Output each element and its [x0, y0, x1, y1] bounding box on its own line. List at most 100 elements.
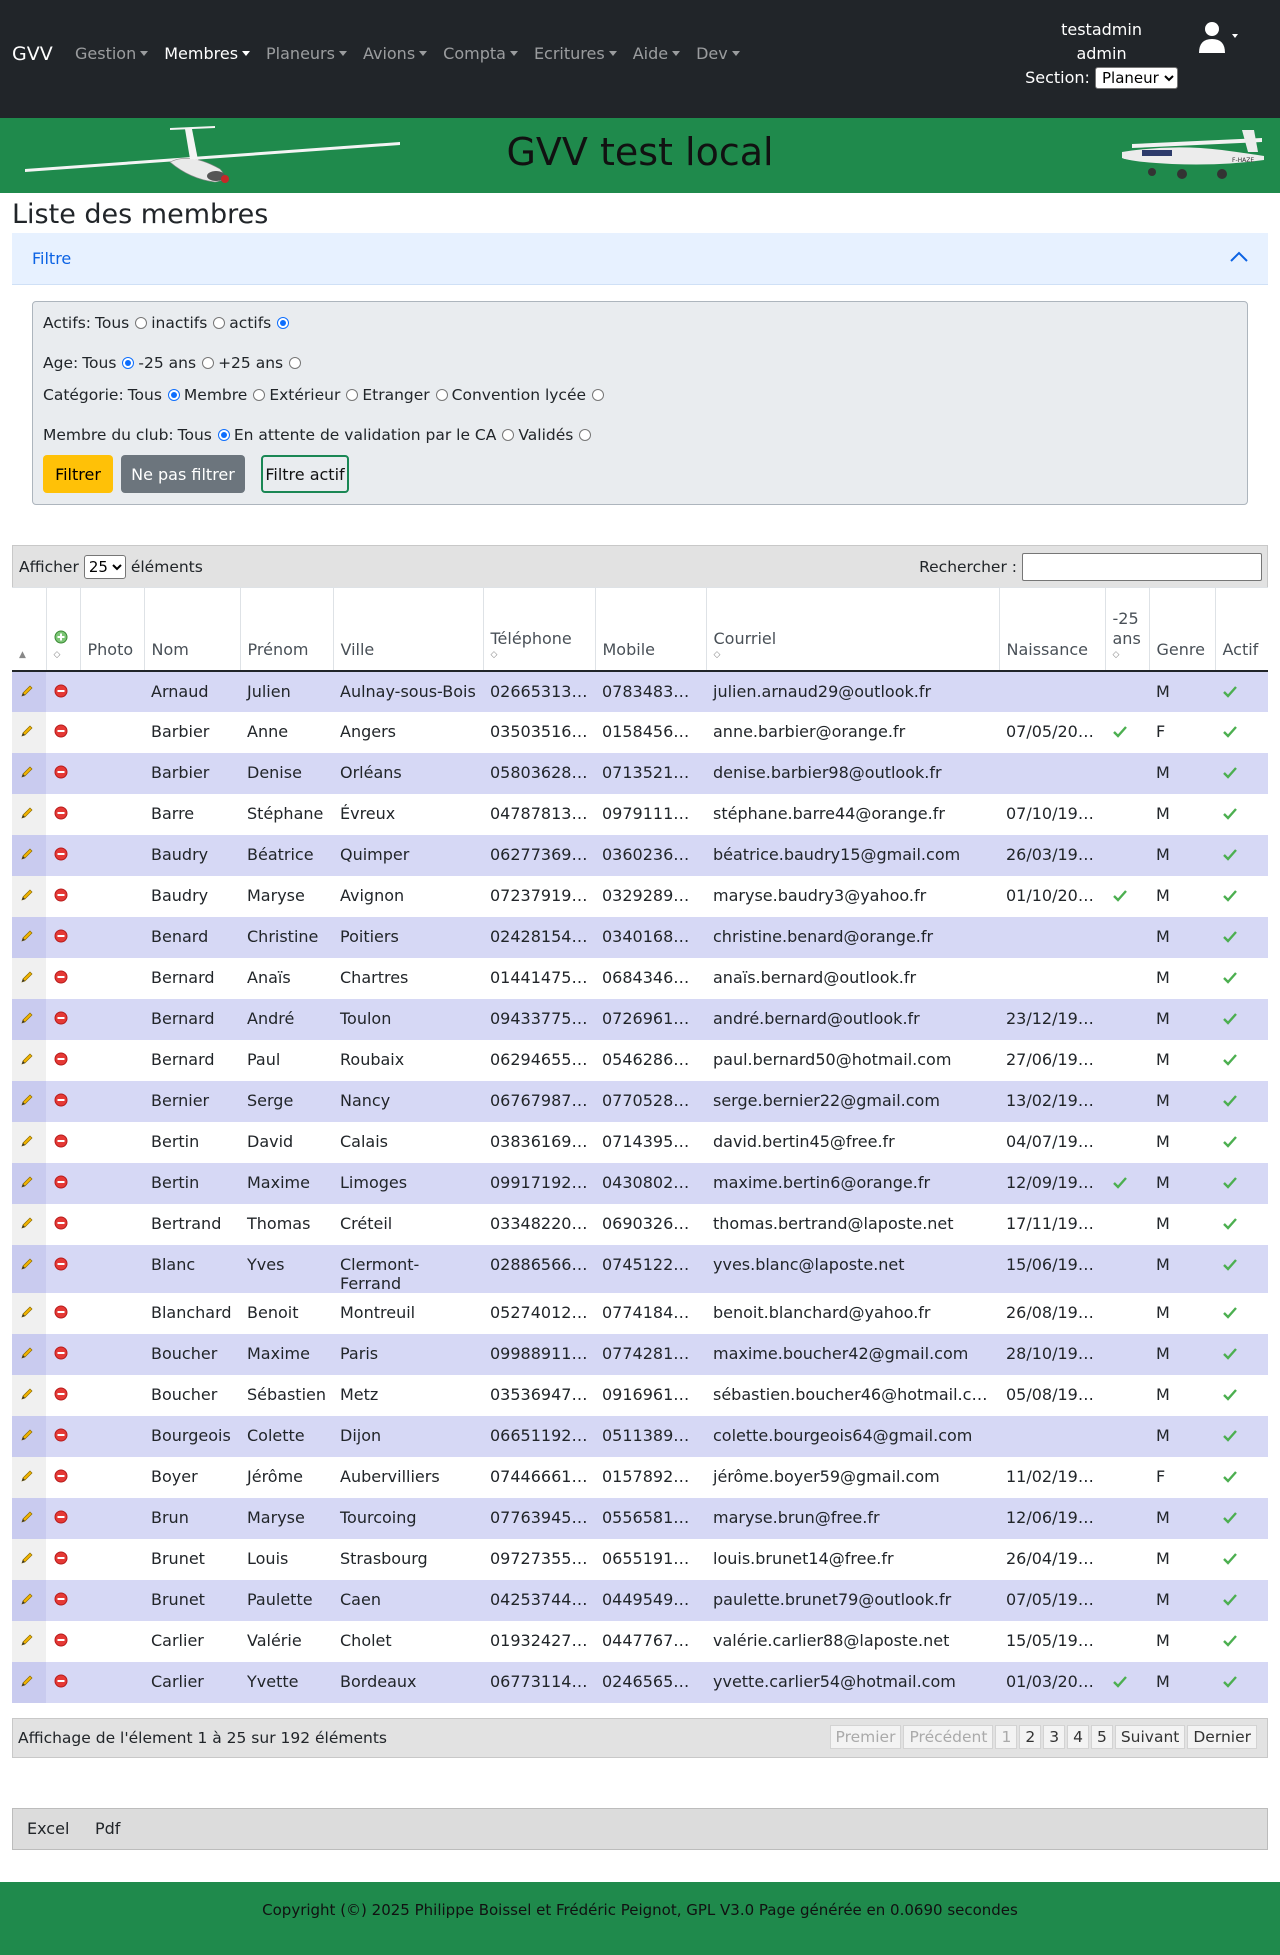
edit-pencil-icon[interactable]: [19, 1427, 35, 1443]
table-row[interactable]: Baudry Maryse Avignon 0723791937 0329289828 m…: [12, 875, 1268, 917]
email-cell[interactable]: valérie.carlier88@laposte.net: [706, 1620, 999, 1662]
table-row[interactable]: Barbier Denise Orléans 0580362848 0713521911…: [12, 752, 1268, 794]
email-cell[interactable]: david.bertin45@free.fr: [706, 1121, 999, 1163]
club-radio[interactable]: [579, 429, 592, 441]
column-header[interactable]: -25 ans ◇: [1105, 587, 1150, 672]
delete-icon[interactable]: [53, 1174, 69, 1190]
sort-icon[interactable]: ◇: [1113, 650, 1142, 660]
edit-pencil-icon[interactable]: [19, 1174, 35, 1190]
filter-button[interactable]: Filtrer: [43, 455, 113, 493]
email-cell[interactable]: maryse.baudry3@yahoo.fr: [706, 875, 999, 917]
no-filter-button[interactable]: Ne pas filtrer: [121, 455, 245, 493]
edit-pencil-icon[interactable]: [19, 764, 35, 780]
table-row[interactable]: Bourgeois Colette Dijon 0665119248 051138965…: [12, 1415, 1268, 1457]
delete-icon[interactable]: [53, 846, 69, 862]
delete-icon[interactable]: [53, 1256, 69, 1272]
edit-pencil-icon[interactable]: [19, 723, 35, 739]
edit-pencil-icon[interactable]: [19, 1215, 35, 1231]
menu-gestion[interactable]: Gestion: [75, 44, 149, 63]
column-header[interactable]: Photo: [80, 587, 145, 672]
menu-aide[interactable]: Aide: [633, 44, 681, 63]
delete-icon[interactable]: [53, 1133, 69, 1149]
email-cell[interactable]: sébastien.boucher46@hotmail.com: [706, 1374, 999, 1416]
delete-icon[interactable]: [53, 1386, 69, 1402]
delete-icon[interactable]: [53, 1092, 69, 1108]
delete-icon[interactable]: [53, 683, 69, 699]
delete-icon[interactable]: [53, 969, 69, 985]
column-header[interactable]: Téléphone ◇: [483, 587, 596, 672]
edit-pencil-icon[interactable]: [19, 1133, 35, 1149]
email-cell[interactable]: louis.brunet14@free.fr: [706, 1538, 999, 1580]
actifs-radio[interactable]: [135, 317, 148, 329]
delete-icon[interactable]: [53, 1304, 69, 1320]
table-row[interactable]: Barbier Anne Angers 0350351637 0158456743 ann…: [12, 711, 1268, 753]
column-header[interactable]: Actif: [1215, 587, 1268, 672]
edit-pencil-icon[interactable]: [19, 1386, 35, 1402]
column-header[interactable]: Ville: [333, 587, 484, 672]
delete-icon[interactable]: [53, 1468, 69, 1484]
column-header[interactable]: Nom: [144, 587, 241, 672]
edit-pencil-icon[interactable]: [19, 1591, 35, 1607]
user-menu-icon[interactable]: [1196, 20, 1240, 56]
add-member-icon[interactable]: [54, 630, 68, 644]
sort-icon[interactable]: ◇: [714, 650, 992, 660]
sort-asc-icon[interactable]: ▲: [19, 650, 39, 660]
table-row[interactable]: Boucher Sébastien Metz 0353694794 0916961889…: [12, 1374, 1268, 1416]
delete-icon[interactable]: [53, 928, 69, 944]
brand-link[interactable]: GVV: [12, 43, 53, 65]
table-row[interactable]: Bernard Paul Roubaix 0629465553 0546286368 pa…: [12, 1039, 1268, 1081]
edit-pencil-icon[interactable]: [19, 1345, 35, 1361]
table-row[interactable]: Bertin David Calais 0383616949 0714395193 dav…: [12, 1121, 1268, 1163]
delete-icon[interactable]: [53, 1051, 69, 1067]
categorie-radio[interactable]: [592, 389, 605, 401]
column-header[interactable]: Mobile: [595, 587, 707, 672]
table-row[interactable]: Barre Stéphane Évreux 0478781311 0979111576 s…: [12, 793, 1268, 835]
chevron-up-icon[interactable]: [1230, 251, 1248, 263]
table-row[interactable]: Bernard André Toulon 0943377553 0726961433 an…: [12, 998, 1268, 1040]
edit-pencil-icon[interactable]: [19, 1092, 35, 1108]
email-cell[interactable]: julien.arnaud29@outlook.fr: [706, 670, 999, 712]
menu-compta[interactable]: Compta: [443, 44, 518, 63]
table-row[interactable]: Baudry Béatrice Quimper 0627736919 036023662…: [12, 834, 1268, 876]
edit-pencil-icon[interactable]: [19, 969, 35, 985]
menu-planeurs[interactable]: Planeurs: [266, 44, 347, 63]
edit-pencil-icon[interactable]: [19, 683, 35, 699]
categorie-radio[interactable]: [253, 389, 266, 401]
delete-icon[interactable]: [53, 1673, 69, 1689]
email-cell[interactable]: andré.bernard@outlook.fr: [706, 998, 999, 1040]
menu-dev[interactable]: Dev: [696, 44, 740, 63]
table-row[interactable]: Boucher Maxime Paris 0998891134 0774281948 ma…: [12, 1333, 1268, 1375]
table-row[interactable]: Arnaud Julien Aulnay-sous-Bois 0266531353 07…: [12, 670, 1268, 712]
page-button[interactable]: Dernier: [1187, 1724, 1257, 1749]
age-radio[interactable]: [202, 357, 215, 369]
email-cell[interactable]: paul.bernard50@hotmail.com: [706, 1039, 999, 1081]
delete-icon[interactable]: [53, 1509, 69, 1525]
email-cell[interactable]: yvette.carlier54@hotmail.com: [706, 1661, 999, 1703]
edit-pencil-icon[interactable]: [19, 805, 35, 821]
column-header[interactable]: ◇: [46, 587, 81, 672]
email-cell[interactable]: colette.bourgeois64@gmail.com: [706, 1415, 999, 1457]
table-row[interactable]: Benard Christine Poitiers 0242815453 0340168…: [12, 916, 1268, 958]
edit-pencil-icon[interactable]: [19, 1468, 35, 1484]
edit-pencil-icon[interactable]: [19, 928, 35, 944]
email-cell[interactable]: paulette.brunet79@outlook.fr: [706, 1579, 999, 1621]
email-cell[interactable]: maxime.bertin6@orange.fr: [706, 1162, 999, 1204]
categorie-radio[interactable]: [167, 389, 180, 401]
actifs-radio[interactable]: [277, 317, 290, 329]
column-header[interactable]: Courriel ◇: [706, 587, 1000, 672]
search-input[interactable]: [1022, 553, 1262, 581]
table-row[interactable]: Bertrand Thomas Créteil 0334822036 069032649…: [12, 1203, 1268, 1245]
club-radio[interactable]: [502, 429, 515, 441]
email-cell[interactable]: maryse.brun@free.fr: [706, 1497, 999, 1539]
active-filter-button[interactable]: Filtre actif: [261, 455, 349, 493]
page-button[interactable]: 5: [1090, 1724, 1113, 1749]
email-cell[interactable]: stéphane.barre44@orange.fr: [706, 793, 999, 835]
delete-icon[interactable]: [53, 1632, 69, 1648]
categorie-radio[interactable]: [346, 389, 359, 401]
table-row[interactable]: Bertin Maxime Limoges 0991719293 0430802537 m…: [12, 1162, 1268, 1204]
email-cell[interactable]: yves.blanc@laposte.net: [706, 1244, 999, 1293]
delete-icon[interactable]: [53, 764, 69, 780]
edit-pencil-icon[interactable]: [19, 1550, 35, 1566]
edit-pencil-icon[interactable]: [19, 1673, 35, 1689]
delete-icon[interactable]: [53, 1591, 69, 1607]
